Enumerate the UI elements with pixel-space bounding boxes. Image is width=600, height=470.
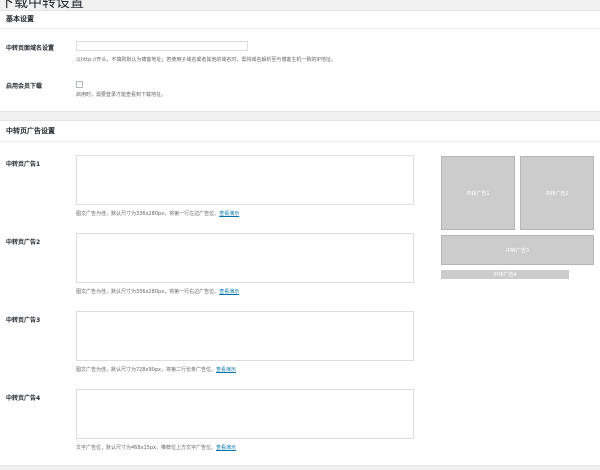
ad2-description: 图文广告为佳，默认尺寸为336x280px，将第一行右边广告位。查看演示 (76, 289, 240, 295)
domain-input[interactable] (76, 41, 248, 51)
ad1-label: 中转页广告1 (6, 161, 41, 168)
domain-label: 中转页面域名设置 (6, 45, 55, 52)
ad4-label: 中转页广告4 (6, 395, 41, 402)
ad4-demo-link[interactable]: 查看演示 (216, 445, 236, 451)
ad-preview-1: 中转广告1 (441, 156, 515, 230)
basic-settings-heading: 基本设置 (0, 11, 600, 29)
ad-preview-3: 中转广告3 (441, 235, 594, 265)
ad3-textarea[interactable] (76, 311, 414, 361)
ad4-textarea[interactable] (76, 389, 414, 439)
ad1-textarea[interactable] (76, 155, 414, 205)
ad-preview-4: 中转广告4 (441, 270, 569, 279)
domain-description: 以http://开头，不填则默认为博客地址；若使用子域名或者其他的域名时，需将域… (76, 57, 336, 63)
member-download-label: 启用会员下载 (6, 83, 43, 90)
ad3-demo-link[interactable]: 查看演示 (216, 367, 236, 373)
ad3-description: 图文广告为佳，默认尺寸为728x90px，将第二行长条广告位。查看演示 (76, 367, 237, 373)
ad1-description: 图文广告为佳，默认尺寸为336x280px，将第一行左边广告位。查看演示 (76, 211, 240, 217)
basic-settings-panel: 基本设置 中转页面域名设置 以http://开头，不填则默认为博客地址；若使用子… (0, 10, 600, 112)
ad-settings-panel: 中转页广告设置 中转页广告1 图文广告为佳，默认尺寸为336x280px，将第一… (0, 120, 600, 466)
member-download-checkbox[interactable] (76, 81, 83, 88)
ad2-demo-link[interactable]: 查看演示 (219, 289, 239, 295)
ad1-demo-link[interactable]: 查看演示 (219, 211, 239, 217)
ad4-description: 文字广告位，默认尺寸为468x15px，推荐位上方文字广告位。查看演示 (76, 445, 237, 451)
ad2-textarea[interactable] (76, 233, 414, 283)
member-download-description: 启用时，需要登录才能查看到下载地址。 (76, 92, 167, 98)
ad3-label: 中转页广告3 (6, 317, 41, 324)
ad-settings-heading: 中转页广告设置 (0, 121, 600, 142)
ad2-label: 中转页广告2 (6, 239, 41, 246)
ad-preview-2: 中转广告2 (520, 156, 594, 230)
